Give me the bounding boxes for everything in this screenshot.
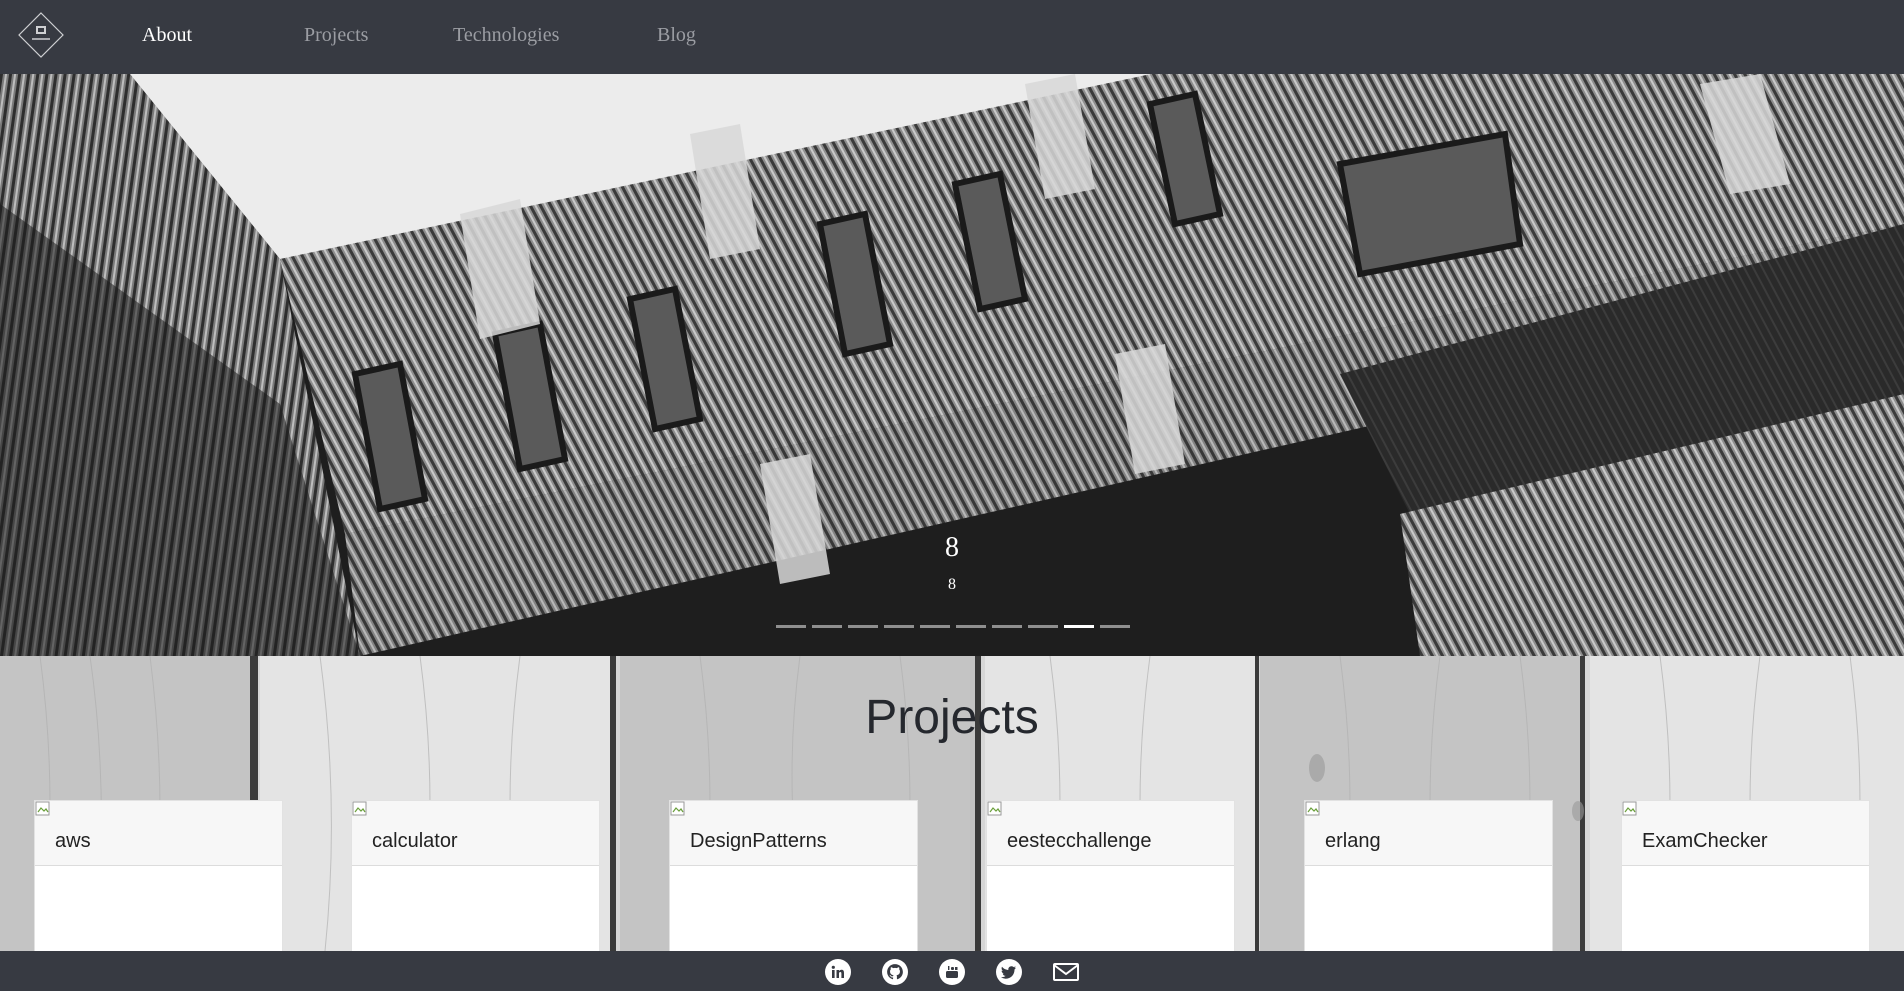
nav-link-projects[interactable]: Projects <box>304 24 368 47</box>
carousel-caption-text: 8 <box>948 576 956 593</box>
broken-image-icon <box>35 801 50 816</box>
project-card-header: calculator <box>352 801 599 866</box>
project-card-header: eestecchallenge <box>987 801 1234 866</box>
project-card-header: DesignPatterns <box>670 801 917 866</box>
project-card-title[interactable]: ExamChecker <box>1642 830 1768 853</box>
carousel-indicators <box>776 625 1130 629</box>
projects-heading: Projects <box>865 691 1039 744</box>
project-card-title[interactable]: calculator <box>372 830 458 853</box>
broken-image-icon <box>987 801 1002 816</box>
project-card-header: ExamChecker <box>1622 801 1869 866</box>
project-card[interactable]: DesignPatterns <box>669 800 918 951</box>
project-card-title[interactable]: eestecchallenge <box>1007 830 1152 853</box>
youtube-icon[interactable] <box>939 959 965 985</box>
carousel-indicator[interactable] <box>956 625 986 628</box>
nav-link-blog[interactable]: Blog <box>657 24 696 47</box>
project-card-title[interactable]: erlang <box>1325 830 1381 853</box>
carousel-caption-title: 8 <box>945 532 959 563</box>
project-card-title[interactable]: aws <box>55 830 91 853</box>
project-card-header: erlang <box>1305 801 1552 866</box>
twitter-icon[interactable] <box>996 959 1022 985</box>
nav-link-technologies[interactable]: Technologies <box>453 24 559 47</box>
carousel-indicator[interactable] <box>992 625 1022 628</box>
navbar: About Projects Technologies Blog <box>0 0 1904 74</box>
carousel-indicator-active[interactable] <box>1064 625 1094 628</box>
carousel-indicator[interactable] <box>920 625 950 628</box>
hero-carousel[interactable]: 8 8 <box>0 74 1904 656</box>
broken-image-icon <box>352 801 367 816</box>
carousel-indicator[interactable] <box>848 625 878 628</box>
footer <box>0 951 1904 991</box>
linkedin-icon[interactable] <box>825 959 851 985</box>
project-card[interactable]: aws <box>34 800 283 951</box>
project-card[interactable]: ExamChecker <box>1621 800 1870 951</box>
brand-logo-icon[interactable] <box>18 12 64 58</box>
projects-section: Projects aws calculator DesignPatterns e… <box>0 656 1904 951</box>
project-card-title[interactable]: DesignPatterns <box>690 830 827 853</box>
project-card-header: aws <box>35 801 282 866</box>
carousel-indicator[interactable] <box>884 625 914 628</box>
project-card[interactable]: erlang <box>1304 800 1553 951</box>
email-icon[interactable] <box>1053 959 1079 985</box>
carousel-indicator[interactable] <box>1028 625 1058 628</box>
carousel-slide-image <box>0 74 1904 656</box>
carousel-indicator[interactable] <box>812 625 842 628</box>
project-card[interactable]: calculator <box>351 800 600 951</box>
broken-image-icon <box>1622 801 1637 816</box>
broken-image-icon <box>670 801 685 816</box>
github-icon[interactable] <box>882 959 908 985</box>
broken-image-icon <box>1305 801 1320 816</box>
carousel-indicator[interactable] <box>776 625 806 628</box>
project-card[interactable]: eestecchallenge <box>986 800 1235 951</box>
carousel-indicator[interactable] <box>1100 625 1130 628</box>
nav-link-about[interactable]: About <box>142 24 192 47</box>
